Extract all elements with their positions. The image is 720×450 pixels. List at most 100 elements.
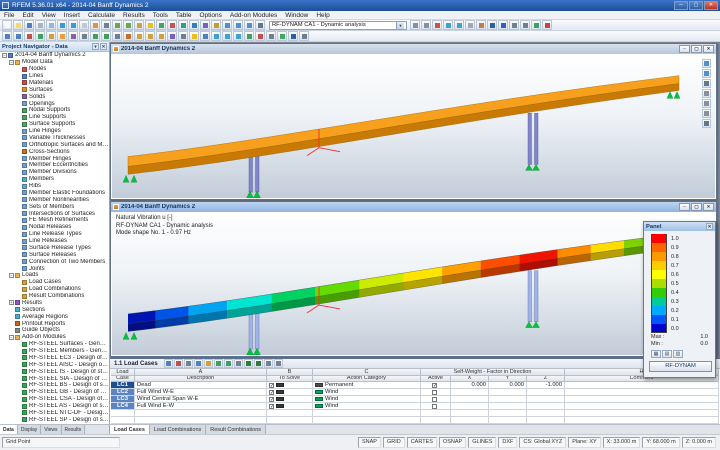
copy-row-icon[interactable] [194, 359, 203, 368]
tree-item[interactable]: Line Releases [0, 238, 109, 245]
tree-item[interactable]: Cross-Sections [0, 148, 109, 155]
member-hinge-icon[interactable] [112, 31, 122, 41]
filter-rows-icon[interactable] [224, 359, 233, 368]
tree-item[interactable]: Surface Release Types [0, 245, 109, 252]
sum-icon[interactable] [234, 359, 243, 368]
window-close-button[interactable]: ✕ [703, 45, 714, 53]
tree-toggle[interactable]: − [2, 53, 7, 58]
load-case-selector[interactable]: RF-DYNAM CA1 - Dynamic analysis ▼ [269, 21, 407, 30]
open-icon[interactable] [13, 20, 23, 30]
work-plane-indicator[interactable]: Plane: XY [568, 437, 600, 448]
panel-titlebar[interactable]: Panel ✕ [644, 222, 715, 231]
status-toggle[interactable]: OSNAP [439, 437, 466, 448]
tree-item[interactable]: Result Combinations [0, 293, 109, 300]
results-toggle-icon[interactable] [178, 20, 188, 30]
tree-item[interactable]: Ribs [0, 183, 109, 190]
tree-item[interactable]: RF-STEEL NTC-DF - Design of ste... [0, 410, 109, 417]
edit-move-icon[interactable] [211, 31, 221, 41]
new-solid-icon[interactable] [68, 31, 78, 41]
edit-divide-icon[interactable] [244, 31, 254, 41]
tree-item[interactable]: Intersections of Surfaces [0, 210, 109, 217]
close-results-icon[interactable] [542, 20, 552, 30]
tree-item[interactable]: Load Combinations [0, 286, 109, 293]
menu-item[interactable]: Results [119, 11, 149, 19]
status-toggle[interactable]: GRID [383, 437, 405, 448]
tree-item[interactable]: Member Hinges [0, 155, 109, 162]
generate-loads-icon[interactable] [134, 20, 144, 30]
new-opening-icon[interactable] [79, 31, 89, 41]
tree-item[interactable]: Members [0, 176, 109, 183]
tree-toggle[interactable]: − [9, 60, 14, 65]
tree-item[interactable]: Surfaces [0, 86, 109, 93]
find-icon[interactable] [214, 359, 223, 368]
tree-item[interactable]: RF-STEEL SIA - Design of steel me... [0, 375, 109, 382]
tree-toggle[interactable]: − [9, 273, 14, 278]
tree-item[interactable]: Lines [0, 73, 109, 80]
help-icon[interactable] [498, 20, 508, 30]
coordinate-system-indicator[interactable]: CS: Global XYZ [519, 437, 566, 448]
table-empty-row[interactable] [111, 410, 719, 417]
menu-item[interactable]: View [38, 11, 60, 19]
tree-item[interactable]: Variable Thicknesses [0, 135, 109, 142]
move-view-icon[interactable] [244, 20, 254, 30]
viewport-3d-solid[interactable] [112, 54, 715, 198]
isometric-view-icon[interactable] [255, 20, 265, 30]
tree-item[interactable]: Member Elastic Foundations [0, 190, 109, 197]
status-toggle[interactable]: DXF [498, 437, 517, 448]
check-model-icon[interactable] [277, 31, 287, 41]
settings-icon[interactable] [509, 20, 519, 30]
export-excel-icon[interactable] [244, 359, 253, 368]
language-icon[interactable] [531, 20, 541, 30]
tree-item[interactable]: FE Mesh Refinements [0, 217, 109, 224]
tree-item[interactable]: RF-STEEL BS - Design of steel mem... [0, 382, 109, 389]
tree-item[interactable]: Member Eccentricities [0, 162, 109, 169]
tree-item[interactable]: RF-STEEL EC3 - Design of steel me... [0, 355, 109, 362]
tree-item[interactable]: Sections [0, 306, 109, 313]
pin-icon[interactable]: ▾ [92, 43, 99, 50]
menu-item[interactable]: Options [195, 11, 225, 19]
guide-line-icon[interactable] [200, 31, 210, 41]
connect-members-icon[interactable] [255, 31, 265, 41]
calculation-icon[interactable] [167, 20, 177, 30]
viewport-mode-shape[interactable]: Natural Vibration u [-]RF-DYNAM CA1 - Dy… [112, 212, 715, 355]
dimension-icon[interactable] [178, 31, 188, 41]
tree-item[interactable]: RF-STEEL AISC - Design of steel m... [0, 361, 109, 368]
tree-item[interactable]: RF-STEEL SP - Design of steel me... [0, 416, 109, 423]
tree-item[interactable]: − Loads [0, 272, 109, 279]
tree-item[interactable]: RF-STEEL IS - Design of steel mem... [0, 368, 109, 375]
window-maximize-button[interactable]: ▢ [691, 45, 702, 53]
tree-item[interactable]: RF-STEEL CSA - Design of steel m... [0, 396, 109, 403]
view-x-icon[interactable] [702, 89, 711, 98]
active-checkbox[interactable]: ✓ [432, 383, 437, 388]
tree-item[interactable]: Nodal Releases [0, 224, 109, 231]
line-support-icon[interactable] [101, 31, 111, 41]
table-row[interactable]: LC3 Wind Central Span W-E ✓ Wind [111, 396, 719, 403]
tree-item[interactable]: Guide Objects [0, 327, 109, 334]
visibility-icon[interactable] [454, 20, 464, 30]
calculate-all-icon[interactable] [145, 20, 155, 30]
tree-item[interactable]: RF-STEEL Surfaces - General stres... [0, 341, 109, 348]
numbering-icon[interactable] [101, 20, 111, 30]
tree-item[interactable]: Line Supports [0, 114, 109, 121]
print-icon[interactable] [35, 20, 45, 30]
nodal-support-icon[interactable] [90, 31, 100, 41]
zoom-all-icon[interactable] [702, 59, 711, 68]
tree-item[interactable]: RF-STEEL GB - Design of steel me... [0, 389, 109, 396]
table-settings-icon[interactable] [299, 31, 309, 41]
next-mode-icon[interactable] [421, 20, 431, 30]
model-window-titlebar[interactable]: 2014-04 Banff Dynamics 2 ─ ▢ ✕ [111, 44, 716, 54]
check-data-icon[interactable] [156, 20, 166, 30]
window-close-button[interactable]: ✕ [703, 203, 714, 211]
select-special-icon[interactable] [13, 31, 23, 41]
tree-item[interactable]: − Model Data [0, 59, 109, 66]
comment-icon[interactable] [189, 31, 199, 41]
tree-item[interactable]: Line Release Types [0, 231, 109, 238]
new-node-icon[interactable] [24, 31, 34, 41]
to-solve-checkbox[interactable]: ✓ [269, 390, 274, 395]
tree-item[interactable]: Connection of Two Members [0, 258, 109, 265]
copy-icon[interactable] [46, 20, 56, 30]
tree-item[interactable]: Surface Supports [0, 121, 109, 128]
edit-rotate-icon[interactable] [222, 31, 232, 41]
tree-item[interactable]: Nodal Supports [0, 107, 109, 114]
zoom-in-icon[interactable] [222, 20, 232, 30]
